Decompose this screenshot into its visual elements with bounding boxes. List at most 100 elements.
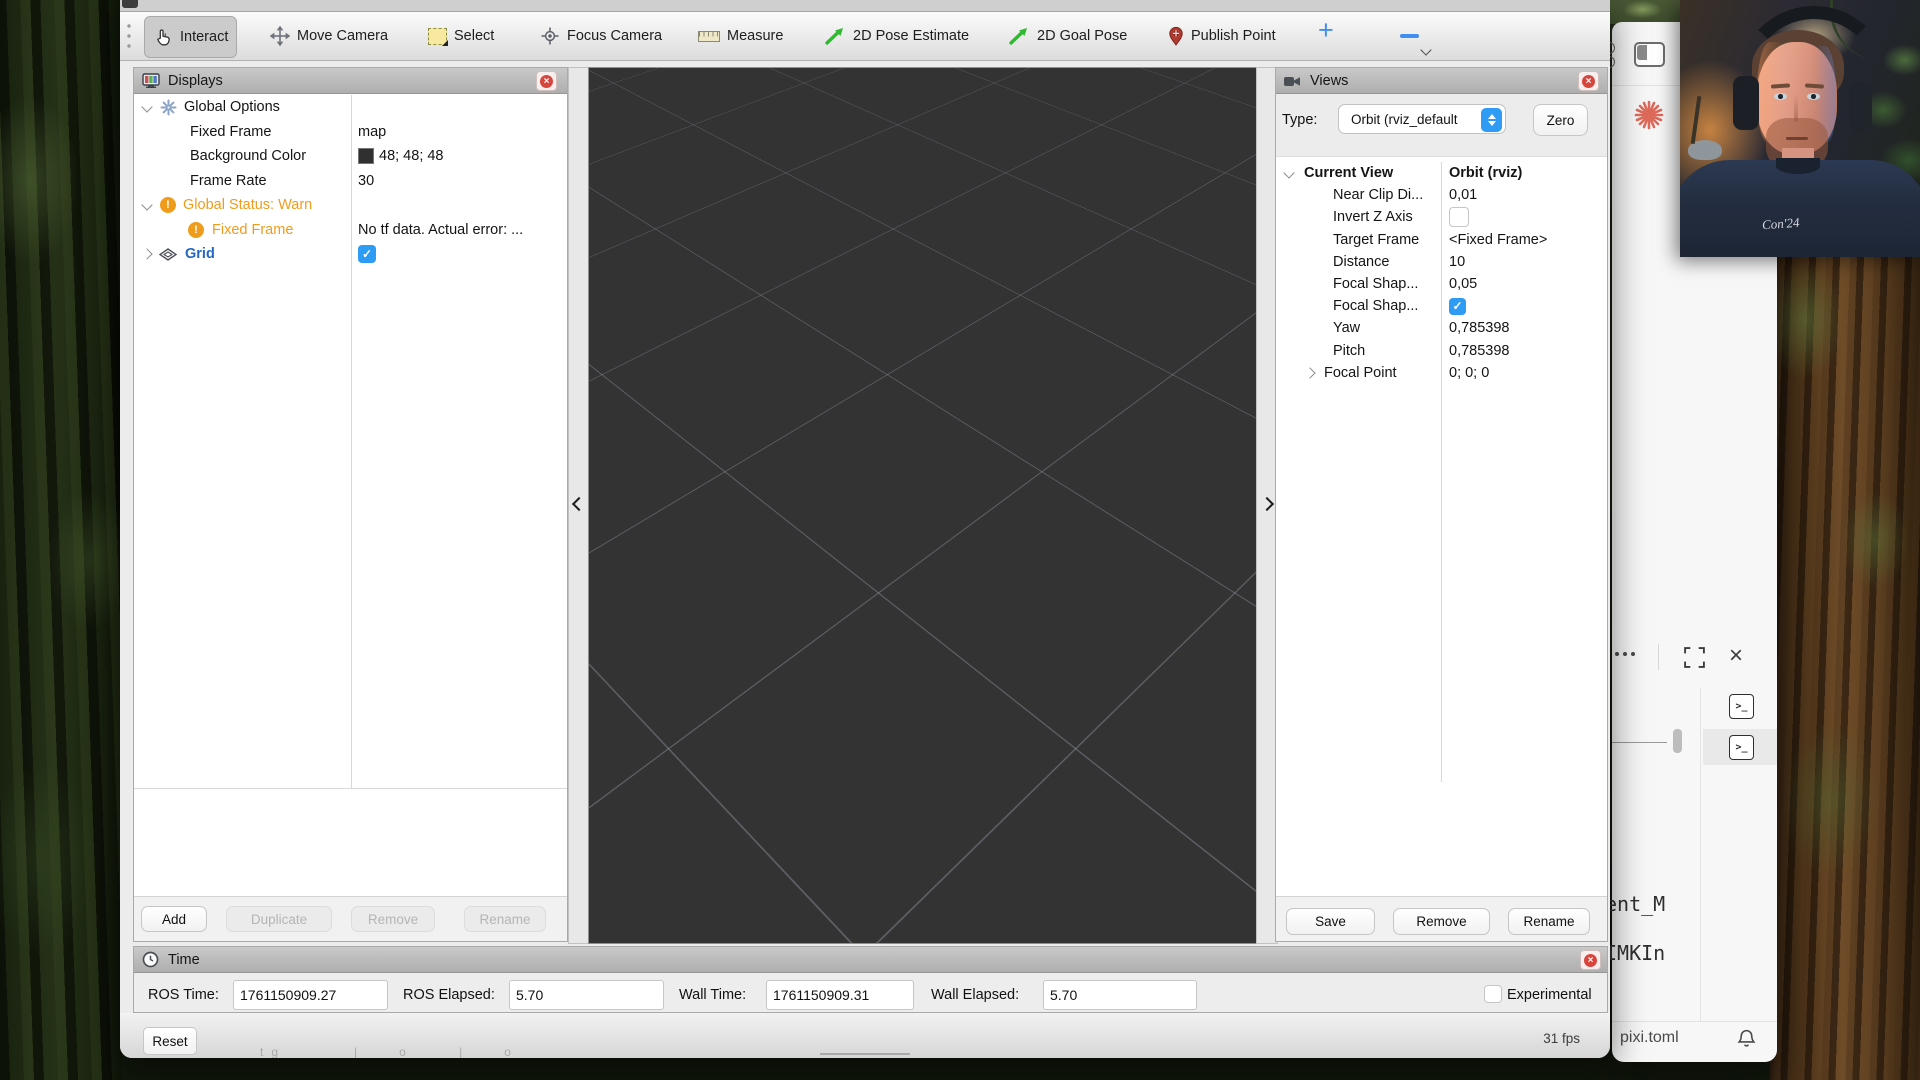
row-label: Grid [185, 246, 215, 262]
editor-text-fragment: IMKIn [1605, 941, 1665, 965]
remove-view-button[interactable]: Remove [1393, 908, 1490, 935]
row-label: Fixed Frame [212, 222, 293, 238]
close-icon[interactable]: × [1729, 642, 1743, 670]
collapse-right-icon[interactable] [1260, 496, 1274, 510]
terminal-icon[interactable]: >_ [1729, 735, 1754, 760]
more-actions-icon[interactable] [1615, 652, 1639, 656]
close-panel-button[interactable]: × [1578, 71, 1599, 91]
shirt [1680, 160, 1920, 257]
row-value[interactable]: 48; 48; 48 [379, 148, 444, 164]
row-value[interactable]: 0,01 [1449, 187, 1477, 203]
time-panel-header[interactable]: Time × [134, 947, 1607, 973]
tool-focus-camera[interactable]: Focus Camera [532, 16, 670, 56]
close-panel-button[interactable]: × [1580, 950, 1601, 970]
tool-2d-pose-estimate[interactable]: 2D Pose Estimate [816, 16, 977, 56]
tool-label: Interact [180, 29, 228, 45]
red-starburst-icon[interactable] [1633, 99, 1665, 131]
experimental-checkbox[interactable] [1484, 985, 1502, 1003]
goal-arrow-icon [1008, 26, 1030, 46]
forest-wallpaper-left [0, 0, 122, 1080]
displays-panel-header[interactable]: Displays × [134, 68, 567, 94]
duplicate-display-button[interactable]: Duplicate [226, 906, 332, 932]
save-view-button[interactable]: Save [1286, 908, 1375, 935]
zero-button[interactable]: Zero [1533, 104, 1588, 136]
remove-display-button[interactable]: Remove [351, 906, 435, 932]
row-value[interactable]: 0,05 [1449, 276, 1477, 292]
rename-view-button[interactable]: Rename [1508, 908, 1590, 935]
rename-display-button[interactable]: Rename [464, 906, 546, 932]
tool-move-camera[interactable]: Move Camera [262, 16, 396, 56]
tool-measure[interactable]: Measure [690, 16, 791, 56]
reset-button[interactable]: Reset [143, 1027, 197, 1055]
views-panel-header[interactable]: Views × [1276, 68, 1607, 94]
tool-2d-goal-pose[interactable]: 2D Goal Pose [1000, 16, 1135, 56]
chevron-down-icon[interactable] [1420, 44, 1431, 55]
wall-elapsed-input[interactable] [1043, 980, 1197, 1010]
fps-counter: 31 fps [1543, 1031, 1580, 1046]
row-value[interactable]: 30 [358, 173, 374, 189]
time-panel: Time × ROS Time: ROS Elapsed: Wall Time:… [133, 946, 1608, 1013]
toolbar-drag-handle[interactable] [126, 22, 132, 50]
ros-time-input[interactable] [233, 980, 388, 1010]
views-type-bar: Type: Orbit (rviz_default Zero [1276, 94, 1607, 157]
row-label: Focal Shap... [1333, 298, 1418, 314]
row-value[interactable]: 0; 0; 0 [1449, 365, 1489, 381]
displays-icon [142, 73, 160, 89]
view-type-dropdown[interactable]: Orbit (rviz_default [1338, 104, 1506, 134]
views-panel: Views × Type: Orbit (rviz_default Zero C… [1275, 67, 1608, 942]
rviz-toolbar: Interact Move Camera Select [120, 12, 1610, 61]
row-value[interactable]: 0,785398 [1449, 343, 1509, 359]
row-value[interactable]: 10 [1449, 254, 1465, 270]
3d-viewport[interactable] [588, 67, 1258, 944]
ruler-icon [698, 31, 720, 42]
tree-column-divider[interactable] [1441, 162, 1442, 782]
row-label: Background Color [190, 148, 306, 164]
background-window-fragments: tg | o | o [260, 1045, 519, 1058]
expand-icon[interactable] [1683, 646, 1706, 669]
collar-shadow [1776, 158, 1820, 174]
bell-icon[interactable] [1737, 1028, 1756, 1049]
pose-arrow-icon [824, 26, 846, 46]
tool-publish-point[interactable]: Publish Point [1160, 16, 1284, 56]
chevron-down-icon[interactable] [1283, 167, 1294, 178]
row-value[interactable]: <Fixed Frame> [1449, 232, 1547, 248]
tool-label: Measure [727, 28, 783, 44]
row-value[interactable]: 0,785398 [1449, 320, 1509, 336]
move-camera-icon [270, 26, 290, 46]
sidebar-toggle-icon[interactable] [1634, 42, 1665, 67]
chevron-down-icon[interactable] [141, 200, 152, 211]
grid-enabled-checkbox[interactable]: ✓ [358, 245, 376, 263]
desktop: × >_ >_ ent_M IMKIn pixi.toml Interact [0, 0, 1920, 1080]
chevron-right-icon[interactable] [1304, 367, 1315, 378]
close-panel-button[interactable]: × [536, 71, 557, 91]
terminal-icon[interactable]: >_ [1729, 694, 1754, 719]
tool-interact[interactable]: Interact [144, 16, 237, 58]
editor-text-fragment: ent_M [1605, 892, 1665, 916]
ros-elapsed-label: ROS Elapsed: [403, 987, 495, 1003]
ros-elapsed-input[interactable] [509, 980, 664, 1010]
left-splitter[interactable] [568, 67, 590, 944]
color-swatch[interactable] [358, 148, 374, 164]
dropdown-stepper-icon[interactable] [1481, 108, 1502, 132]
collapse-left-icon[interactable] [572, 496, 586, 510]
focal-shape-checkbox[interactable]: ✓ [1449, 298, 1466, 315]
tool-label: Select [454, 28, 494, 44]
statusbar-filename[interactable]: pixi.toml [1620, 1029, 1679, 1047]
type-label: Type: [1282, 112, 1317, 128]
rviz-window: Interact Move Camera Select [120, 0, 1610, 1058]
add-tool-button[interactable]: + [1318, 15, 1334, 46]
row-label: Frame Rate [190, 173, 267, 189]
chevron-down-icon[interactable] [141, 102, 152, 113]
row-value[interactable]: map [358, 124, 386, 140]
row-label: Global Options [184, 99, 280, 115]
chevron-right-icon[interactable] [141, 249, 152, 260]
wall-time-input[interactable] [766, 980, 914, 1010]
tree-column-divider[interactable] [351, 95, 352, 788]
add-display-button[interactable]: Add [141, 906, 207, 932]
tool-select[interactable]: Select [420, 16, 502, 56]
row-label: Focal Point [1324, 365, 1397, 381]
remove-tool-button[interactable] [1400, 34, 1419, 38]
row-label: Current View [1304, 165, 1393, 181]
scrollbar-thumb[interactable] [1673, 729, 1682, 753]
invert-z-checkbox[interactable] [1449, 207, 1469, 227]
